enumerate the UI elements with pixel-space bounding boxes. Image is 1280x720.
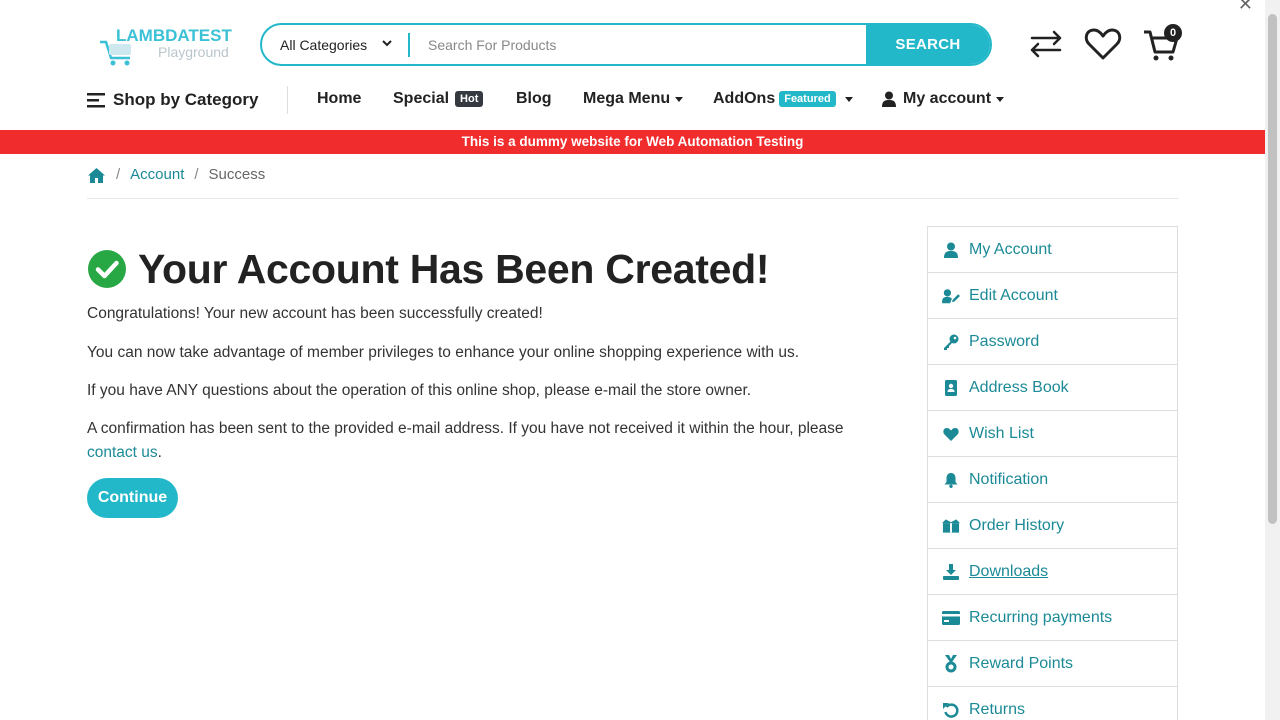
- continue-button[interactable]: Continue: [87, 478, 178, 518]
- wishlist-heart-icon[interactable]: [1083, 24, 1123, 64]
- nav-my-account-label: My account: [903, 90, 992, 107]
- featured-badge: Featured: [779, 91, 836, 107]
- paragraph-questions: If you have ANY questions about the oper…: [87, 382, 752, 399]
- logo[interactable]: LAMBDATEST Playground: [98, 24, 243, 70]
- nav-addons-label: AddOns: [713, 90, 776, 107]
- paragraph-privileges: You can now take advantage of member pri…: [87, 344, 800, 361]
- sidebar-item-reward-points[interactable]: Reward Points: [928, 641, 1177, 687]
- sidebar-item-my-account[interactable]: My Account: [928, 227, 1177, 273]
- main-nav: Shop by Category Home Special Hot Blog M…: [87, 84, 1187, 116]
- hot-badge: Hot: [455, 91, 484, 107]
- page-title: Your Account Has Been Created!: [138, 246, 770, 292]
- main-content: Your Account Has Been Created! Congratul…: [87, 240, 887, 518]
- header: LAMBDATEST Playground All Categories SEA…: [0, 0, 1265, 130]
- bell-icon: [942, 471, 960, 489]
- notice-banner: This is a dummy website for Web Automati…: [0, 130, 1265, 154]
- category-select[interactable]: All Categories: [262, 25, 408, 64]
- account-sidebar: My Account Edit Account Password Address…: [927, 226, 1178, 720]
- paragraph-confirmation: A confirmation has been sent to the prov…: [87, 417, 877, 465]
- sidebar-item-label: Reward Points: [969, 654, 1074, 672]
- breadcrumb-account-link[interactable]: Account: [130, 166, 184, 183]
- nav-blog[interactable]: Blog: [516, 90, 552, 108]
- heart-icon: [942, 425, 960, 443]
- sidebar-item-address-book[interactable]: Address Book: [928, 365, 1177, 411]
- medal-icon: [942, 654, 960, 673]
- logo-text: LAMBDATEST: [116, 26, 232, 45]
- sidebar-item-label: Downloads: [969, 562, 1049, 580]
- sidebar-item-label: Recurring payments: [969, 608, 1113, 626]
- sidebar-item-label: My Account: [969, 240, 1052, 258]
- sidebar-item-label: Address Book: [969, 378, 1069, 396]
- search-input[interactable]: [410, 25, 866, 64]
- category-select-value: All Categories: [280, 36, 368, 53]
- nav-my-account[interactable]: My account: [882, 90, 1005, 108]
- breadcrumb-separator: /: [194, 166, 199, 183]
- caret-down-icon: [996, 96, 1005, 102]
- sidebar-item-edit-account[interactable]: Edit Account: [928, 273, 1177, 319]
- key-icon: [942, 333, 960, 351]
- shop-by-category-label: Shop by Category: [113, 90, 259, 109]
- sidebar-item-recurring-payments[interactable]: Recurring payments: [928, 595, 1177, 641]
- paragraph-confirmation-end: .: [157, 444, 162, 461]
- nav-addons[interactable]: AddOns Featured: [713, 90, 853, 108]
- search-button[interactable]: SEARCH: [866, 25, 990, 64]
- check-circle-icon: [88, 250, 126, 288]
- sidebar-item-order-history[interactable]: Order History: [928, 503, 1177, 549]
- sidebar-item-notification[interactable]: Notification: [928, 457, 1177, 503]
- scrollbar-thumb[interactable]: [1268, 14, 1277, 524]
- credit-card-icon: [942, 609, 960, 627]
- contact-us-link[interactable]: contact us: [87, 444, 158, 461]
- nav-mega-menu-label: Mega Menu: [583, 90, 671, 107]
- sidebar-item-label: Returns: [969, 700, 1026, 718]
- scrollbar[interactable]: [1265, 0, 1280, 720]
- undo-icon: [942, 701, 960, 719]
- boxes-icon: [942, 517, 960, 535]
- sidebar-item-label: Edit Account: [969, 286, 1058, 304]
- download-icon: [942, 563, 960, 581]
- sidebar-item-label: Password: [969, 332, 1040, 350]
- breadcrumb-separator: /: [116, 166, 121, 183]
- home-icon[interactable]: [87, 167, 106, 184]
- sidebar-item-password[interactable]: Password: [928, 319, 1177, 365]
- cart-count-badge: 0: [1164, 24, 1182, 42]
- nav-home[interactable]: Home: [317, 90, 361, 108]
- nav-special[interactable]: Special Hot: [393, 90, 484, 108]
- caret-down-icon: [675, 96, 684, 102]
- sidebar-item-wish-list[interactable]: Wish List: [928, 411, 1177, 457]
- chevron-down-icon: [382, 40, 392, 47]
- sidebar-item-label: Order History: [969, 516, 1065, 534]
- nav-mega-menu[interactable]: Mega Menu: [583, 90, 684, 108]
- paragraph-congratulations: Congratulations! Your new account has be…: [87, 305, 543, 322]
- sidebar-item-label: Notification: [969, 470, 1049, 488]
- sidebar-item-returns[interactable]: Returns: [928, 687, 1177, 720]
- shop-by-category-button[interactable]: Shop by Category: [87, 90, 258, 110]
- logo-subtext: Playground: [158, 44, 229, 60]
- user-icon: [942, 241, 960, 259]
- breadcrumb: / Account / Success: [87, 166, 1178, 199]
- compare-icon[interactable]: [1026, 24, 1066, 64]
- search-bar: All Categories SEARCH: [260, 23, 992, 66]
- nav-special-label: Special: [393, 90, 450, 107]
- user-icon: [882, 91, 896, 107]
- title-row: Your Account Has Been Created!: [88, 244, 887, 294]
- paragraph-confirmation-text: A confirmation has been sent to the prov…: [87, 420, 844, 437]
- sidebar-item-label: Wish List: [969, 424, 1034, 442]
- menu-bars-icon: [87, 93, 105, 108]
- breadcrumb-current: Success: [208, 166, 266, 183]
- sidebar-item-downloads[interactable]: Downloads: [928, 549, 1177, 595]
- caret-down-icon: [844, 96, 853, 102]
- address-book-icon: [942, 379, 960, 397]
- nav-separator: [287, 86, 288, 114]
- user-edit-icon: [942, 287, 960, 305]
